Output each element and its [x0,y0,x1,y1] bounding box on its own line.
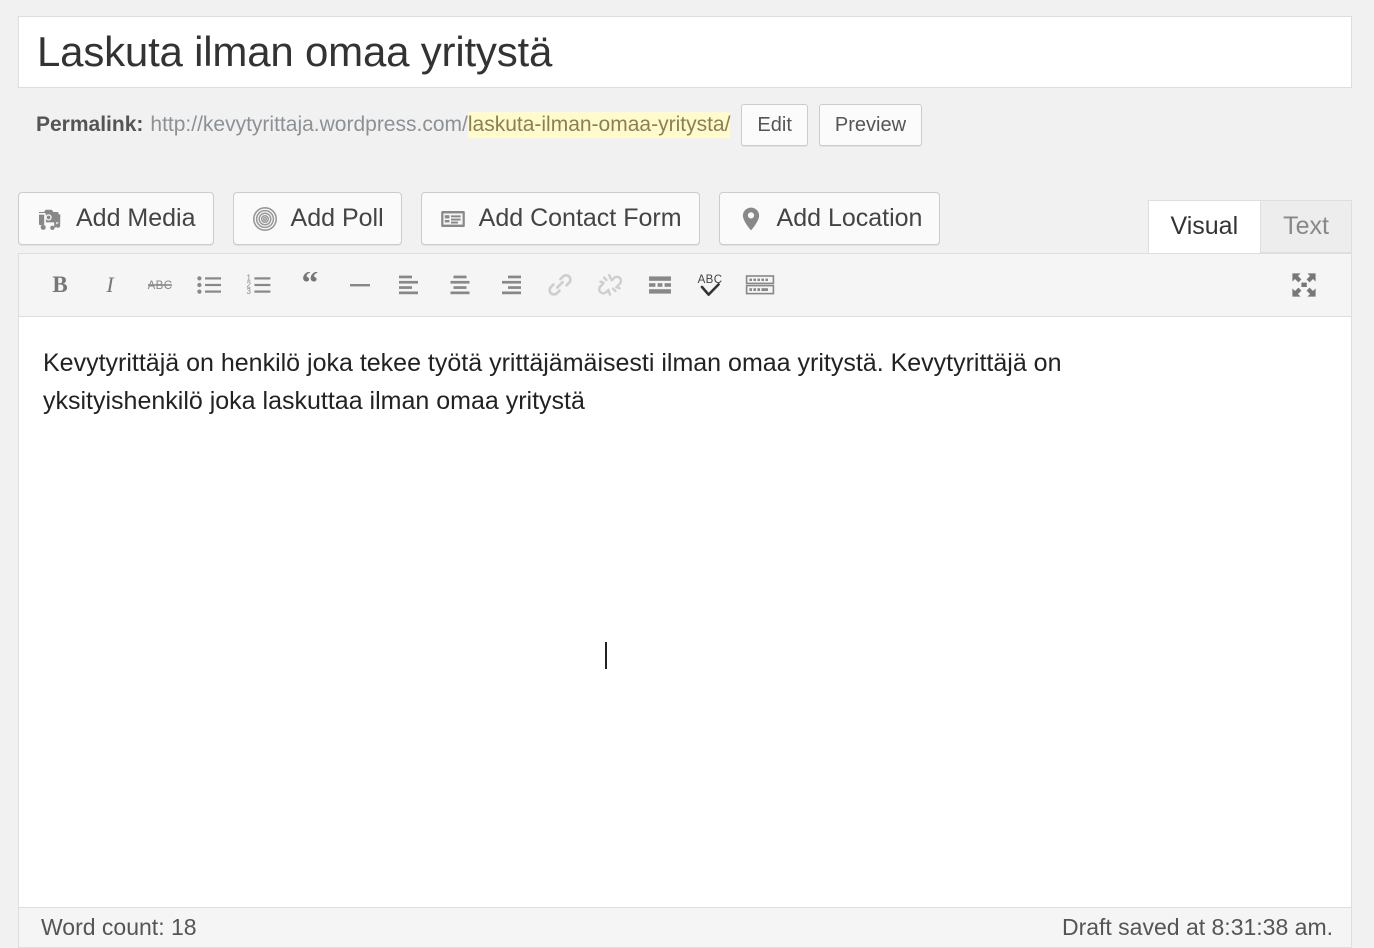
align-left-button[interactable] [385,263,435,307]
tab-text[interactable]: Text [1260,200,1352,253]
bulleted-list-button[interactable] [185,263,235,307]
horizontal-rule-icon [346,273,374,297]
post-body-text: Kevytyrittäjä on henkilö joka tekee työt… [43,349,1069,415]
editor-status-bar: Word count: 18 Draft saved at 8:31:38 am… [18,908,1352,948]
insert-link-button[interactable] [535,263,585,307]
permalink-row: Permalink: http://kevytyrittaja.wordpres… [36,101,923,149]
camera-media-icon [36,205,64,233]
bold-button[interactable]: B [35,263,85,307]
permalink-edit-button[interactable]: Edit [741,104,808,146]
spellcheck-abc-icon: ABC [693,271,727,299]
add-media-label: Add Media [76,204,196,232]
read-more-icon [646,273,674,297]
broken-chain-icon [596,272,624,298]
strikethrough-abc-icon: ABC [143,273,177,297]
add-location-label: Add Location [776,204,923,232]
post-title-field[interactable]: Laskuta ilman omaa yritystä [18,16,1352,88]
contact-form-icon [439,205,467,233]
media-buttons-row: Add Media Add Poll Add Contact Form Add … [18,192,941,245]
add-poll-button[interactable]: Add Poll [232,192,402,245]
svg-text:“: “ [302,272,319,298]
numbered-list-icon: 1 2 3 [246,273,274,297]
blockquote-button[interactable]: “ [285,263,335,307]
align-right-button[interactable] [485,263,535,307]
keyboard-shortcuts-button[interactable] [735,263,785,307]
add-location-button[interactable]: Add Location [718,192,941,245]
fullscreen-button[interactable] [1279,263,1329,307]
formatting-toolbar: B I ABC 1 2 3 “ ABC [19,254,1351,317]
insert-read-more-button[interactable] [635,263,685,307]
add-contact-form-button[interactable]: Add Contact Form [420,192,700,245]
permalink-preview-button[interactable]: Preview [818,104,923,146]
draft-saved-label: Draft saved at 8:31:38 am. [1061,914,1333,940]
align-center-button[interactable] [435,263,485,307]
link-chain-icon [546,272,574,298]
horizontal-rule-button[interactable] [335,263,385,307]
svg-text:ABC: ABC [148,280,173,292]
numbered-list-button[interactable]: 1 2 3 [235,263,285,307]
permalink-label: Permalink: [36,113,144,136]
tab-visual[interactable]: Visual [1147,200,1262,253]
add-poll-label: Add Poll [290,204,384,232]
post-title-value: Laskuta ilman omaa yritystä [37,28,553,75]
word-count-label: Word count: 18 [41,914,197,940]
italic-icon: I [97,272,123,298]
blockquote-icon: “ [296,272,324,298]
align-right-icon [496,273,524,297]
post-content-editor[interactable]: Kevytyrittäjä on henkilö joka tekee työt… [19,317,1351,907]
text-caret [604,642,607,669]
strikethrough-button[interactable]: ABC [135,263,185,307]
bulleted-list-icon [196,273,224,297]
align-left-icon [396,273,424,297]
fullscreen-arrows-icon [1289,270,1319,300]
add-media-button[interactable]: Add Media [18,192,214,245]
svg-text:I: I [105,272,115,297]
editor-mode-tabs: Visual Text [1147,200,1352,253]
editor-panel: B I ABC 1 2 3 “ ABC Kevytyrittäjä on hen… [18,253,1352,908]
poll-circles-icon [251,205,279,233]
italic-button[interactable]: I [85,263,135,307]
permalink-slug[interactable]: laskuta-ilman-omaa-yritysta/ [467,112,731,138]
permalink-base-url: http://kevytyrittaja.wordpress.com/ [150,113,468,136]
spellcheck-button[interactable]: ABC [685,263,735,307]
align-center-icon [446,273,474,297]
bold-icon: B [47,272,73,298]
svg-text:B: B [52,272,67,297]
keyboard-icon [745,273,775,297]
map-pin-icon [737,205,765,233]
svg-text:3: 3 [247,287,252,296]
post-editor-screen: Laskuta ilman omaa yritystä Permalink: h… [0,0,1374,948]
add-contact-form-label: Add Contact Form [478,204,682,232]
remove-link-button[interactable] [585,263,635,307]
